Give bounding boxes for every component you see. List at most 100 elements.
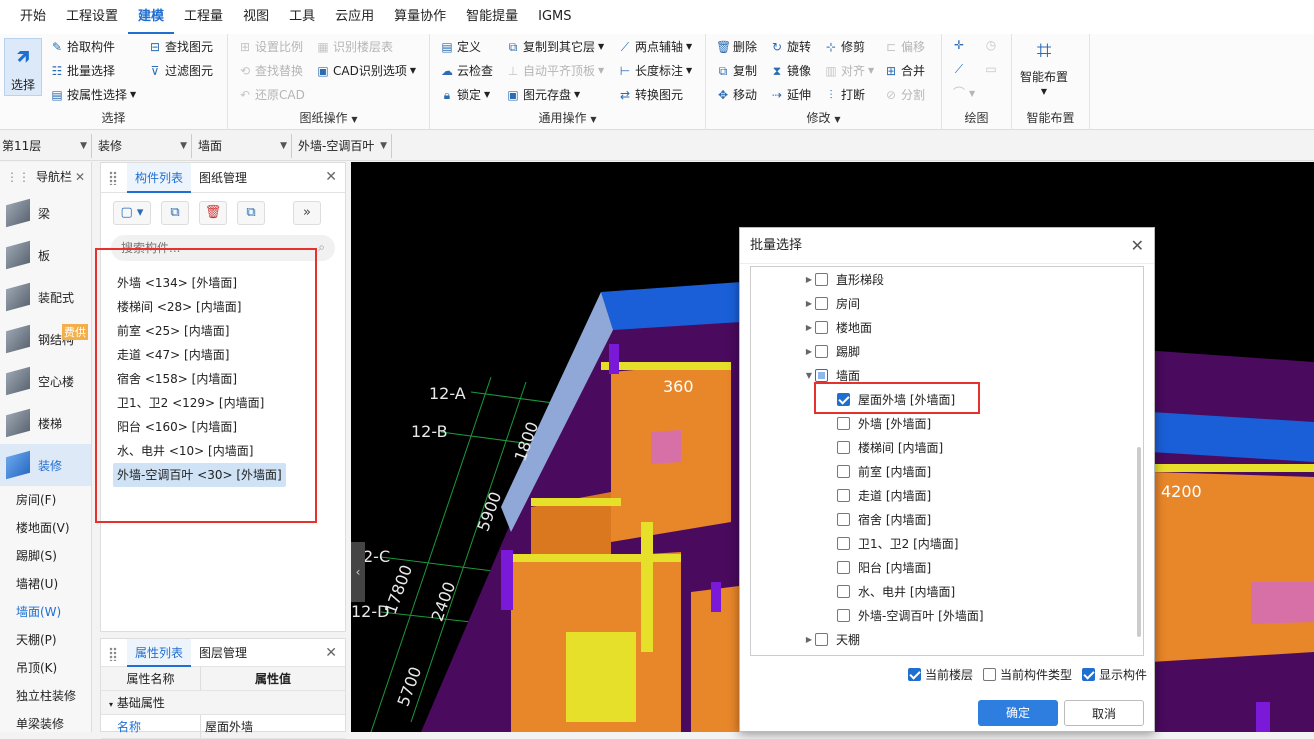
line-tool[interactable]: ⟋ (952, 62, 966, 76)
extend-button[interactable]: ⇢ 延伸 (770, 86, 811, 103)
tree-checkbox[interactable] (837, 536, 850, 550)
menu-cloud[interactable]: 云应用 (325, 0, 384, 34)
tree-checkbox[interactable] (815, 272, 828, 286)
pick-component-button[interactable]: ✎ 拾取构件 (50, 38, 115, 55)
restore-cad-button[interactable]: ↶ 还原CAD (238, 86, 305, 103)
select-by-attr-button[interactable]: ▤ 按属性选择 ▼ (50, 86, 136, 103)
tree-checkbox[interactable] (837, 512, 850, 526)
subitem-ceiling[interactable]: 天棚(P) (0, 626, 91, 654)
tree-leaf[interactable]: 外墙-空调百叶 [外墙面] (751, 603, 1143, 627)
tab-layer-manage[interactable]: 图层管理 (191, 639, 255, 667)
find-element-button[interactable]: ⊟ 查找图元 (148, 38, 213, 55)
delete-button[interactable]: 🗑︎ 删除 (716, 38, 757, 55)
nav-item-steel[interactable]: 钢结构 费供 (0, 318, 91, 360)
category-select[interactable]: 装修 ▼ (96, 134, 192, 158)
merge-button[interactable]: ⊞ 合并 (884, 62, 925, 79)
expand-arrow-icon[interactable]: ▶ (803, 299, 815, 308)
delete-component-button[interactable]: 🗑︎ (199, 201, 227, 225)
smart-layout-button[interactable]: ⌗ 智能布置 ▼ (1020, 36, 1068, 96)
cad-options-button[interactable]: ▣ CAD识别选项 ▼ (316, 62, 416, 79)
nav-item-hollow-slab[interactable]: 空心楼 (0, 360, 91, 402)
menu-view[interactable]: 视图 (233, 0, 279, 34)
mirror-button[interactable]: ⧗ 镜像 (770, 62, 811, 79)
menu-start[interactable]: 开始 (10, 0, 56, 34)
nav-item-decoration[interactable]: 装修 (0, 444, 91, 486)
save-element-button[interactable]: ▣ 图元存盘 ▼ (506, 86, 580, 103)
tree-checkbox[interactable] (815, 320, 828, 334)
tab-property-list[interactable]: 属性列表 (127, 638, 192, 667)
new-component-button[interactable]: ▢ ▾ (113, 201, 151, 225)
tab-component-list[interactable]: 构件列表 (127, 162, 192, 193)
copy-to-floor-button[interactable]: ⧉ 复制到其它层 ▼ (506, 38, 604, 55)
tree-checkbox[interactable] (815, 344, 828, 358)
cancel-button[interactable]: 取消 (1064, 700, 1144, 726)
option-show-components[interactable]: 显示构件 (1082, 666, 1147, 683)
break-button[interactable]: ⫶ 打断 (824, 86, 865, 103)
menu-collab[interactable]: 算量协作 (384, 0, 456, 34)
tree-checkbox[interactable] (815, 296, 828, 310)
expand-arrow-icon[interactable]: ▶ (803, 275, 815, 284)
tree-leaf[interactable]: 卫1、卫2 [内墙面] (751, 531, 1143, 555)
tree-node[interactable]: ▶ 天棚 (751, 627, 1143, 651)
close-icon[interactable]: ✕ (325, 169, 337, 185)
menu-smart[interactable]: 智能提量 (456, 0, 528, 34)
tree-node[interactable]: ▶ 直形梯段 (751, 267, 1143, 291)
align-button[interactable]: ▥ 对齐 ▼ (824, 62, 874, 79)
arc-tool[interactable]: ⌒ ▼ (952, 86, 975, 100)
tree-leaf[interactable]: 前室 [内墙面] (751, 459, 1143, 483)
subitem-dado[interactable]: 墙裙(U) (0, 570, 91, 598)
collapse-handle[interactable]: ‹ (351, 542, 365, 602)
subitem-wall-surface[interactable]: 墙面(W) (0, 598, 91, 626)
set-scale-button[interactable]: ⊞ 设置比例 (238, 38, 303, 55)
nav-item-beam[interactable]: 梁 (0, 192, 91, 234)
identify-floor-table-button[interactable]: ▦ 识别楼层表 (316, 38, 393, 55)
rotate-button[interactable]: ↻ 旋转 (770, 38, 811, 55)
copy-button[interactable]: ⧉ 复制 (716, 62, 757, 79)
subitem-column-decoration[interactable]: 独立柱装修 (0, 682, 91, 710)
menu-igms[interactable]: IGMS (528, 0, 581, 34)
tree-checkbox-partial[interactable] (815, 368, 828, 382)
tree-leaf[interactable]: 阳台 [内墙面] (751, 555, 1143, 579)
two-point-axis-button[interactable]: ⟋ 两点辅轴 ▼ (618, 38, 692, 55)
option-current-type[interactable]: 当前构件类型 (983, 666, 1072, 683)
collapse-arrow-icon[interactable]: ▼ (803, 371, 815, 380)
tree-leaf[interactable]: 走道 [内墙面] (751, 483, 1143, 507)
tree-checkbox[interactable] (837, 560, 850, 574)
tree-leaf[interactable]: 宿舍 [内墙面] (751, 507, 1143, 531)
tree-checkbox[interactable] (837, 608, 850, 622)
tab-drawing-manage[interactable]: 图纸管理 (191, 163, 255, 193)
ok-button[interactable]: 确定 (978, 700, 1058, 726)
filter-element-button[interactable]: ⊽ 过滤图元 (148, 62, 213, 79)
tree-node[interactable]: ▶ 房间 (751, 291, 1143, 315)
cloud-check-button[interactable]: ☁ 云检查 (440, 62, 493, 79)
nav-item-stairs[interactable]: 楼梯 (0, 402, 91, 444)
subitem-beam-decoration[interactable]: 单梁装修 (0, 710, 91, 738)
menu-tools[interactable]: 工具 (279, 0, 325, 34)
tree-checkbox[interactable] (815, 632, 828, 646)
close-icon[interactable]: ✕ (1131, 228, 1144, 264)
tree-scrollbar[interactable] (1137, 447, 1141, 637)
floor-select[interactable]: 第11层 ▼ (0, 134, 92, 158)
copy-component-button[interactable]: ⧉ (161, 201, 189, 225)
define-button[interactable]: ▤ 定义 (440, 38, 481, 55)
rect-tool[interactable]: ▭ (984, 62, 998, 76)
expand-arrow-icon[interactable]: ▶ (803, 347, 815, 356)
nav-item-prefab[interactable]: 装配式 (0, 276, 91, 318)
point-tool[interactable]: ✛ (952, 38, 966, 52)
option-current-floor[interactable]: 当前楼层 (908, 666, 973, 683)
select-button[interactable]: 🡽 选择 (4, 38, 42, 96)
tree-checkbox[interactable] (837, 416, 850, 430)
tree-node[interactable]: ▶ 楼地面 (751, 315, 1143, 339)
tree-node[interactable]: ▶ 踢脚 (751, 339, 1143, 363)
nav-item-slab[interactable]: 板 (0, 234, 91, 276)
subitem-suspended-ceiling[interactable]: 吊顶(K) (0, 654, 91, 682)
property-value[interactable]: 屋面外墙 (201, 715, 345, 738)
component-select[interactable]: 外墙-空调百叶 ▼ (296, 134, 392, 158)
tree-checkbox[interactable] (837, 488, 850, 502)
lock-button[interactable]: 🔒︎ 锁定 ▼ (440, 86, 490, 103)
property-section[interactable]: ▾ 基础属性 (101, 691, 345, 715)
menu-quantities[interactable]: 工程量 (174, 0, 233, 34)
rotate-point-tool[interactable]: ◷ (984, 38, 998, 52)
tree-leaf[interactable]: 水、电井 [内墙面] (751, 579, 1143, 603)
option-checkbox[interactable] (908, 668, 921, 681)
